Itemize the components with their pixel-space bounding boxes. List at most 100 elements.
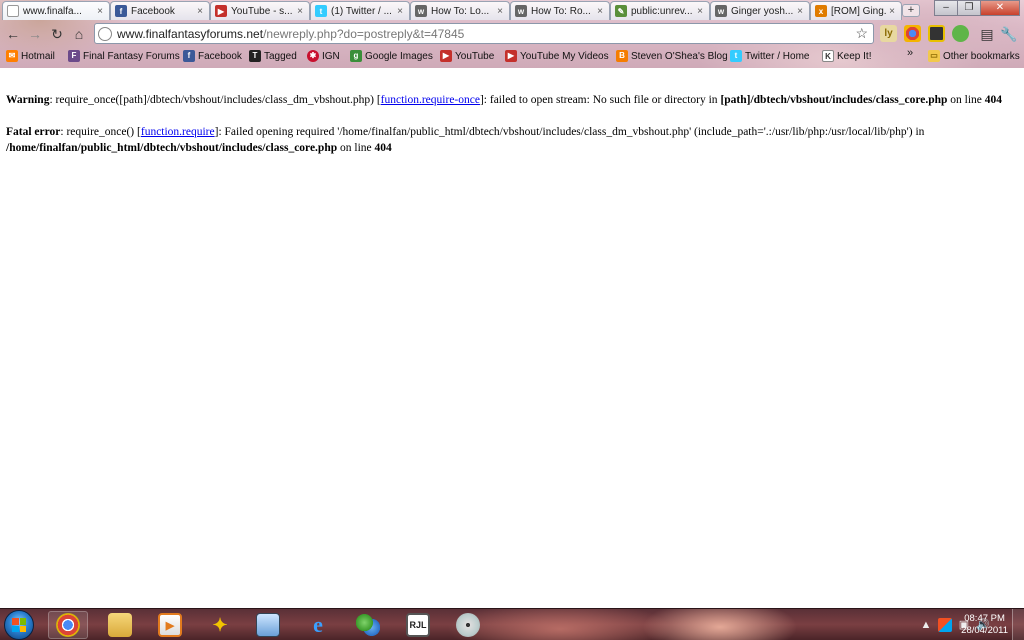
bookmark-steven-osheas-blog[interactable]: B Steven O'Shea's Blog <box>616 48 728 64</box>
wrench-menu-button[interactable]: 🔧 <box>1000 25 1018 43</box>
url-host: www.finalfantasyforums.net <box>117 26 264 41</box>
minimize-button[interactable]: – <box>934 0 958 16</box>
forward-button[interactable]: → <box>26 25 44 43</box>
tab-close-icon[interactable]: × <box>197 6 203 17</box>
taskbar-internet-explorer[interactable]: e <box>298 611 338 639</box>
show-hidden-icons-button[interactable]: ▲ <box>919 618 933 632</box>
chrome-icon <box>56 613 80 637</box>
ly-extension-button[interactable]: ly <box>880 25 897 42</box>
bookmark-facebook[interactable]: f Facebook <box>183 48 242 64</box>
browser-chrome: www.finalfa... × f Facebook × ▶ YouTube … <box>0 0 1024 68</box>
tab-close-icon[interactable]: × <box>297 6 303 17</box>
folder-icon <box>108 613 132 637</box>
twitter-icon: t <box>315 5 327 17</box>
internet-explorer-icon: e <box>313 612 323 637</box>
twitter-icon: t <box>730 50 742 62</box>
evernote-icon[interactable] <box>952 25 969 42</box>
bookmark-tagged[interactable]: T Tagged <box>249 48 297 64</box>
function-require-link[interactable]: function.require <box>141 126 215 138</box>
tab-close-icon[interactable]: × <box>697 6 703 17</box>
window-controls: – ❐ ✕ <box>934 0 1020 16</box>
laptop-icon <box>256 613 280 637</box>
warning-label: Warning <box>6 94 50 106</box>
taskbar-rjl[interactable]: RJL <box>398 611 438 639</box>
back-button[interactable]: ← <box>4 25 22 43</box>
maximize-button[interactable]: ❐ <box>957 0 981 16</box>
taskbar-media-player[interactable]: ▶ <box>150 611 190 639</box>
address-bar[interactable]: www.finalfantasyforums.net/newreply.php?… <box>94 23 874 44</box>
bookmark-final-fantasy-forums[interactable]: F Final Fantasy Forums <box>68 48 180 64</box>
taskbar-explorer[interactable] <box>100 611 140 639</box>
url-path: /newreply.php?do=postreply&t=47845 <box>263 26 465 41</box>
tab-close-icon[interactable]: × <box>889 6 895 17</box>
warning-file-path: [path]/dbtech/vbshout/includes/class_cor… <box>720 94 948 106</box>
bookmark-hotmail[interactable]: ✉ Hotmail <box>6 48 55 64</box>
taskbar-messenger[interactable] <box>348 611 388 639</box>
taskbar-laptop-app[interactable] <box>248 611 288 639</box>
fatal-error-label: Fatal error <box>6 126 61 138</box>
blogger-icon: B <box>616 50 628 62</box>
ff-icon: F <box>68 50 80 62</box>
youtube-icon: ▶ <box>440 50 452 62</box>
page-menu-button[interactable]: ▤ <box>978 25 996 43</box>
tab-howto-ro[interactable]: w How To: Ro... × <box>510 1 610 20</box>
reload-button[interactable]: ↻ <box>48 25 66 43</box>
windows-flag-icon[interactable] <box>938 618 952 632</box>
tab-rom-ginger[interactable]: x [ROM] Ging... × <box>810 1 902 20</box>
taskbar-bird-app[interactable]: ✦ <box>200 611 240 639</box>
bookmark-star-icon[interactable]: ☆ <box>855 25 868 42</box>
tagged-icon: T <box>249 50 261 62</box>
tab-public-unrev[interactable]: ✎ public:unrev... × <box>610 1 710 20</box>
tab-finalfantasyforums[interactable]: www.finalfa... × <box>2 1 110 20</box>
wonderhowto-icon: w <box>515 5 527 17</box>
clock-time: 08:47 PM <box>964 613 1005 624</box>
youtube-icon: ▶ <box>215 5 227 17</box>
extension-icon[interactable] <box>928 25 945 42</box>
bookmark-youtube[interactable]: ▶ YouTube <box>440 48 494 64</box>
wonderhowto-icon: w <box>415 5 427 17</box>
home-button[interactable]: ⌂ <box>70 25 88 43</box>
tab-close-icon[interactable]: × <box>597 6 603 17</box>
new-tab-button[interactable]: + <box>902 4 920 17</box>
google-icon: g <box>350 50 362 62</box>
tab-close-icon[interactable]: × <box>397 6 403 17</box>
page-info-icon <box>98 26 112 41</box>
tab-close-icon[interactable]: × <box>497 6 503 17</box>
other-bookmarks-folder[interactable]: ▭ Other bookmarks <box>928 48 1020 64</box>
hotmail-icon: ✉ <box>6 50 18 62</box>
chrome-extension-icon[interactable] <box>904 25 921 42</box>
tab-close-icon[interactable]: × <box>797 6 803 17</box>
wrench-icon: 🔧 <box>1000 26 1018 42</box>
tab-ginger-yosh[interactable]: w Ginger yosh... × <box>710 1 810 20</box>
bookmark-keep-it[interactable]: K Keep It! <box>822 48 871 64</box>
facebook-icon: f <box>115 5 127 17</box>
tab-facebook[interactable]: f Facebook × <box>110 1 210 20</box>
warning-line-number: 404 <box>984 94 1003 106</box>
bookmark-ign[interactable]: ✱ IGN <box>307 48 340 64</box>
start-button[interactable] <box>4 610 34 640</box>
taskbar-chrome[interactable] <box>48 611 88 639</box>
tab-twitter[interactable]: t (1) Twitter / ... × <box>310 1 410 20</box>
tab-howto-lo[interactable]: w How To: Lo... × <box>410 1 510 20</box>
taskbar-disc[interactable] <box>448 611 488 639</box>
tab-close-icon[interactable]: × <box>97 6 103 17</box>
page-content: Warning: require_once([path]/dbtech/vbsh… <box>0 68 1024 608</box>
browser-toolbar: ← → ↻ ⌂ www.finalfantasyforums.net/newre… <box>0 22 1024 46</box>
page-icon <box>7 5 19 17</box>
tab-youtube[interactable]: ▶ YouTube - s... × <box>210 1 310 20</box>
bookmark-twitter-home[interactable]: t Twitter / Home <box>730 48 809 64</box>
clock-date: 28/04/2011 <box>961 625 1008 636</box>
function-require-once-link[interactable]: function.require-once <box>381 94 480 106</box>
show-desktop-button[interactable] <box>1012 609 1024 640</box>
folder-icon: ▭ <box>928 50 940 62</box>
bookmark-youtube-my-videos[interactable]: ▶ YouTube My Videos <box>505 48 609 64</box>
bookmark-google-images[interactable]: g Google Images <box>350 48 433 64</box>
system-clock[interactable]: 08:47 PM 28/04/2011 <box>961 613 1008 637</box>
ign-icon: ✱ <box>307 50 319 62</box>
bookmarks-overflow-button[interactable]: » <box>907 47 913 59</box>
back-arrow-icon: ← <box>6 26 20 42</box>
close-window-button[interactable]: ✕ <box>980 0 1020 16</box>
url-text: www.finalfantasyforums.net/newreply.php?… <box>117 27 464 41</box>
xda-icon: x <box>815 5 827 17</box>
bird-icon: ✦ <box>212 614 228 635</box>
